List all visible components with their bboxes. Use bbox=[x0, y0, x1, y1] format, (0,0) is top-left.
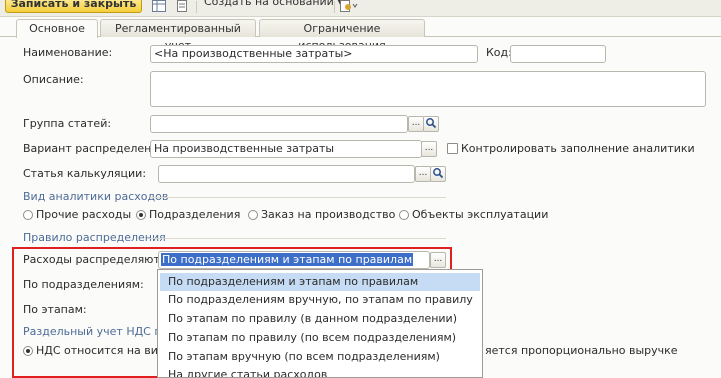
distributed-select-button[interactable]: ... bbox=[430, 252, 446, 268]
toolbar-separator bbox=[196, 1, 197, 13]
radio-production-order-label: Заказ на производство bbox=[261, 208, 396, 221]
dropdown-option[interactable]: По этапам по правилу (в данном подраздел… bbox=[160, 310, 480, 328]
tab-main[interactable]: Основное bbox=[16, 19, 98, 38]
tab-usage-restriction[interactable]: Ограничение использования bbox=[259, 19, 425, 52]
calc-article-input[interactable] bbox=[158, 165, 415, 183]
group-input[interactable] bbox=[150, 115, 408, 133]
dropdown-option[interactable]: По подразделениям вручную, по этапам по … bbox=[160, 291, 480, 309]
create-based-on-label: Создать на основании bbox=[204, 0, 334, 8]
vat-section-title: Раздельный учет НДС по р bbox=[23, 325, 179, 338]
radio-other-expenses-label: Прочие расходы bbox=[36, 208, 132, 221]
variant-label: Вариант распределения: bbox=[23, 142, 169, 155]
analytics-section-title: Вид аналитики расходов bbox=[23, 190, 169, 203]
report-icon[interactable] bbox=[340, 0, 358, 12]
analytics-section-divider bbox=[150, 197, 446, 198]
name-label: Наименование: bbox=[23, 46, 113, 59]
create-based-on-menu[interactable]: Создать на основании ▾ bbox=[204, 0, 343, 9]
description-input[interactable] bbox=[150, 71, 706, 107]
search-icon bbox=[426, 118, 437, 129]
rule-section-title: Правило распределения bbox=[23, 231, 166, 244]
radio-operation-objects-label: Объекты эксплуатации bbox=[412, 208, 549, 221]
ellipsis-icon: ... bbox=[418, 168, 428, 178]
control-analytics-checkbox[interactable] bbox=[447, 143, 458, 154]
distribution-dropdown-list: По подразделениям и этапам по правилам П… bbox=[157, 269, 483, 378]
dropdown-option[interactable]: По подразделениям и этапам по правилам bbox=[160, 273, 480, 291]
radio-departments-label: Подразделения bbox=[149, 208, 241, 221]
radio-other-expenses[interactable] bbox=[23, 210, 33, 220]
ellipsis-icon: ... bbox=[424, 143, 434, 153]
radio-production-order[interactable] bbox=[248, 210, 258, 220]
save-and-close-button[interactable]: Записать и закрыть bbox=[5, 0, 142, 13]
tab-regulated-accounting[interactable]: Регламентированный учет bbox=[100, 19, 256, 52]
group-label: Группа статей: bbox=[23, 117, 112, 130]
control-analytics-label: Контролировать заполнение аналитики bbox=[461, 142, 695, 155]
description-label: Описание: bbox=[23, 73, 84, 86]
radio-departments[interactable] bbox=[136, 210, 146, 220]
calc-article-search-button[interactable] bbox=[430, 166, 446, 182]
dropdown-option[interactable]: По этапам вручную (по всем подразделения… bbox=[160, 348, 480, 366]
radio-vat-label-tail: яется пропорционально выручке bbox=[485, 344, 678, 357]
calc-article-label: Статья калькуляции: bbox=[23, 167, 147, 180]
table-icon[interactable] bbox=[152, 0, 166, 12]
distributed-selected-value: По подразделениям и этапам по правилам bbox=[161, 253, 414, 266]
ellipsis-icon: ... bbox=[411, 118, 421, 128]
ellipsis-icon: ... bbox=[433, 254, 443, 264]
variant-select-button[interactable]: ... bbox=[421, 141, 437, 157]
group-select-button[interactable]: ... bbox=[408, 116, 424, 132]
by-department-label: По подразделениям: bbox=[23, 278, 144, 291]
distributed-label: Расходы распределяются: bbox=[23, 253, 177, 266]
dropdown-option[interactable]: На другие статьи расходов bbox=[160, 366, 480, 377]
search-icon bbox=[433, 168, 444, 179]
radio-vat-label: НДС относится на вид bbox=[36, 344, 166, 357]
radio-vat[interactable] bbox=[23, 346, 33, 356]
name-input[interactable]: <На производственные затраты> bbox=[150, 45, 478, 63]
toolbar-separator bbox=[334, 1, 335, 13]
group-search-button[interactable] bbox=[423, 116, 439, 132]
radio-operation-objects[interactable] bbox=[399, 210, 409, 220]
code-input[interactable] bbox=[510, 45, 606, 63]
dropdown-option[interactable]: По этапам по правилу (по всем подразделе… bbox=[160, 329, 480, 347]
by-stage-label: По этапам: bbox=[23, 303, 87, 316]
calc-article-select-button[interactable]: ... bbox=[415, 166, 431, 182]
list-icon[interactable] bbox=[176, 0, 190, 12]
rule-section-divider bbox=[150, 238, 446, 239]
variant-input[interactable]: На производственные затраты bbox=[150, 140, 422, 158]
code-label: Код: bbox=[486, 46, 512, 59]
distributed-select[interactable]: По подразделениям и этапам по правилам bbox=[158, 251, 430, 269]
